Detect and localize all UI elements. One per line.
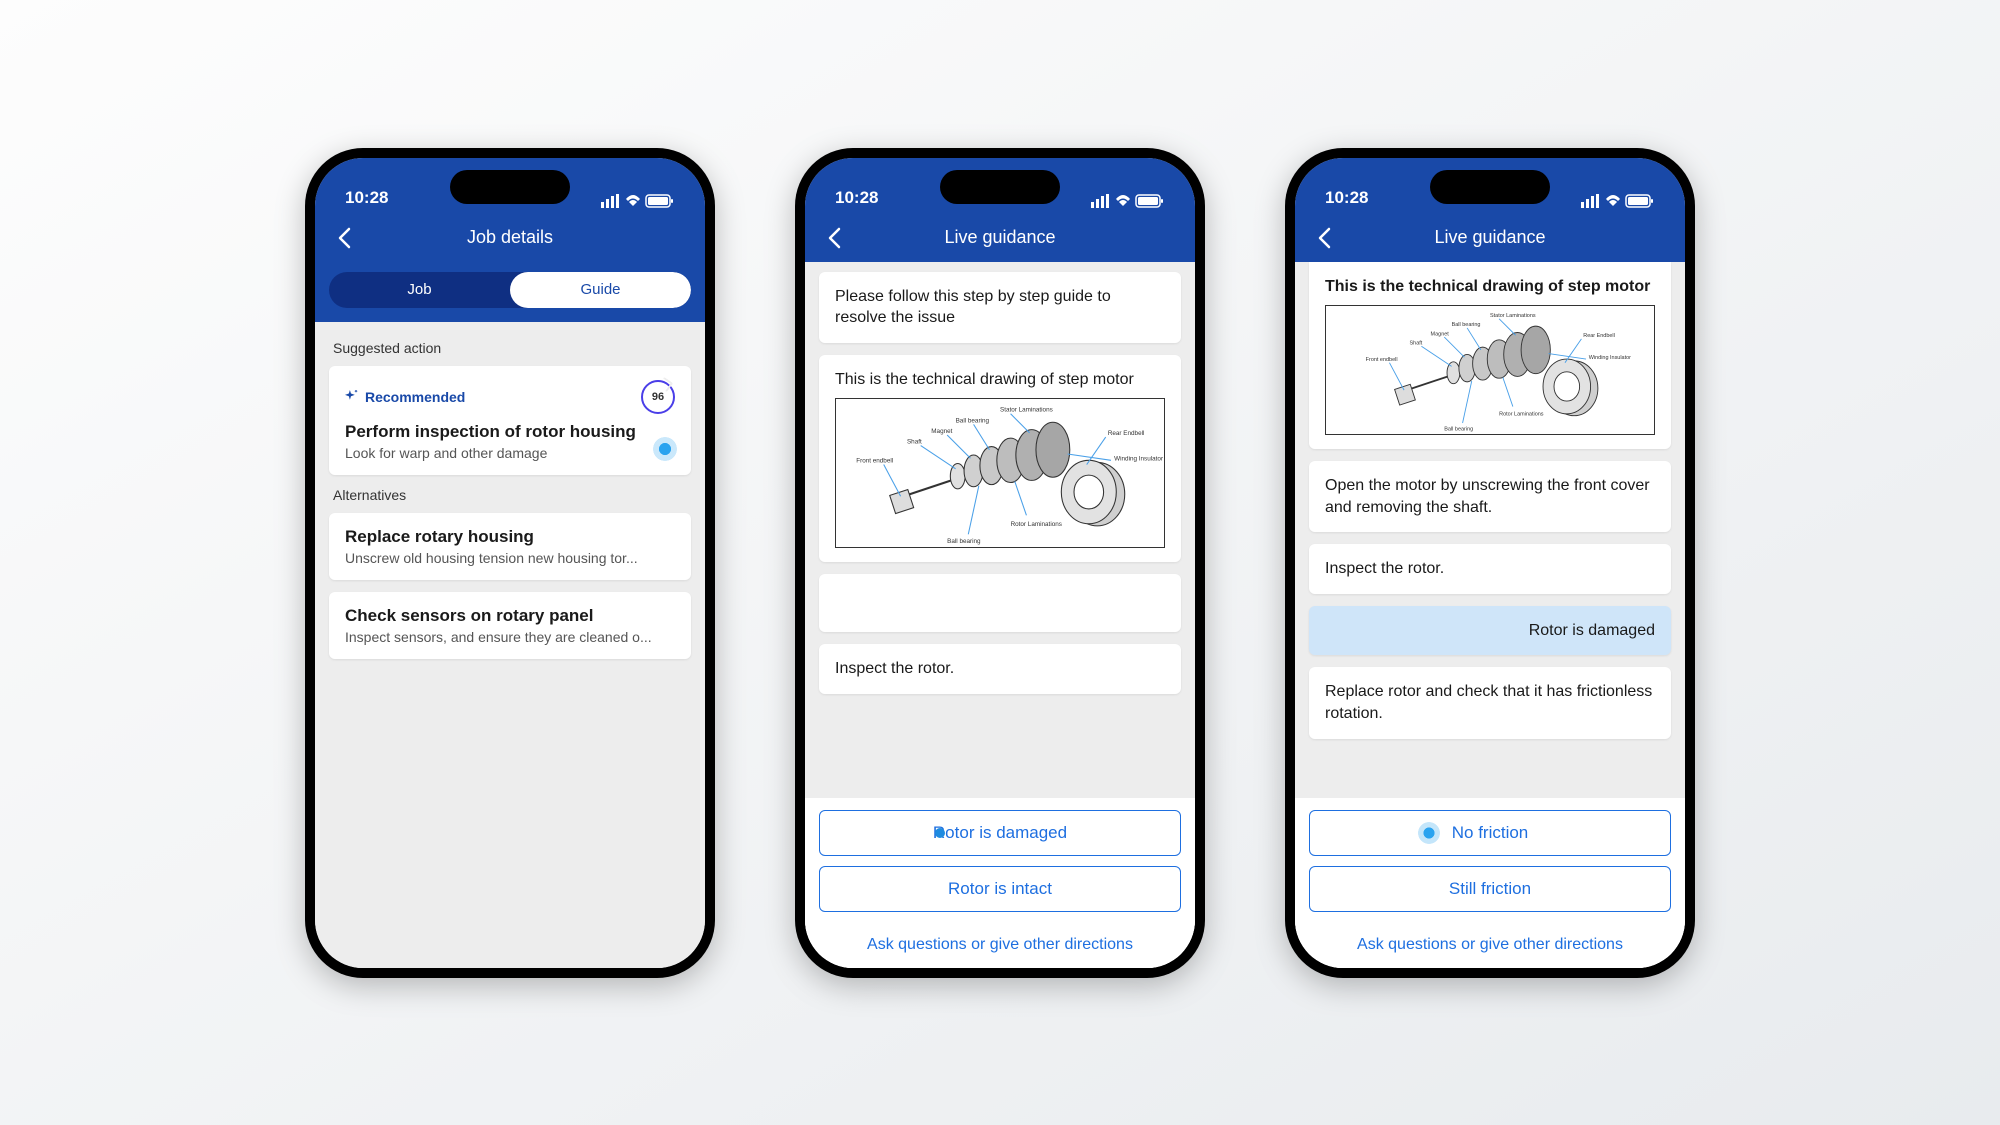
status-indicators bbox=[1581, 194, 1655, 208]
alt1-subtitle: Unscrew old housing tension new housing … bbox=[345, 550, 675, 566]
back-button[interactable] bbox=[331, 224, 359, 252]
status-bar: 10:28 bbox=[1295, 158, 1685, 214]
content-area: This is the technical drawing of step mo… bbox=[1295, 262, 1685, 798]
back-button[interactable] bbox=[821, 224, 849, 252]
recommended-card[interactable]: Recommended 96 Perform inspection of rot… bbox=[329, 366, 691, 475]
replace-text: Replace rotor and check that it has fric… bbox=[1325, 681, 1655, 724]
page-title: Live guidance bbox=[1434, 227, 1545, 248]
screen-1: 10:28 Job details Job Guide Suggested ac… bbox=[315, 158, 705, 968]
intro-text: Please follow this step by step guide to… bbox=[835, 286, 1165, 329]
status-bar: 10:28 bbox=[805, 158, 1195, 214]
confidence-ring: 96 bbox=[641, 380, 675, 414]
ask-questions-link[interactable]: Ask questions or give other directions bbox=[805, 928, 1195, 968]
drawing-caption: This is the technical drawing of step mo… bbox=[835, 369, 1165, 391]
footer-area: Rotor is damaged Rotor is intact Ask que… bbox=[805, 798, 1195, 968]
drawing-caption: This is the technical drawing of step mo… bbox=[1325, 276, 1655, 298]
status-time: 10:28 bbox=[1325, 188, 1368, 208]
option1-label: No friction bbox=[1452, 823, 1529, 843]
ask-questions-link[interactable]: Ask questions or give other directions bbox=[1295, 928, 1685, 968]
status-bar: 10:28 bbox=[315, 158, 705, 214]
alternative-card-1[interactable]: Replace rotary housing Unscrew old housi… bbox=[329, 513, 691, 580]
tab-job[interactable]: Job bbox=[329, 272, 510, 308]
nav-bar: Live guidance bbox=[1295, 214, 1685, 262]
content-area: Please follow this step by step guide to… bbox=[805, 262, 1195, 798]
recommended-subtitle: Look for warp and other damage bbox=[345, 445, 675, 461]
drawing-card: This is the technical drawing of step mo… bbox=[819, 355, 1181, 563]
ask-link-text: Ask questions or give other directions bbox=[1357, 936, 1623, 953]
user-response-card: Rotor is damaged bbox=[1309, 606, 1671, 656]
alt1-title: Replace rotary housing bbox=[345, 527, 675, 547]
status-time: 10:28 bbox=[835, 188, 878, 208]
option-still-friction-button[interactable]: Still friction bbox=[1309, 866, 1671, 912]
recommended-badge: Recommended bbox=[345, 389, 465, 405]
screen-3: 10:28 Live guidance This is the technica… bbox=[1295, 158, 1685, 968]
alt2-subtitle: Inspect sensors, and ensure they are cle… bbox=[345, 629, 675, 645]
open-motor-text: Open the motor by unscrewing the front c… bbox=[1325, 475, 1655, 518]
inspect-card: Inspect the rotor. bbox=[1309, 544, 1671, 594]
content-area: Suggested action Recommended 96 Perform … bbox=[315, 322, 705, 968]
chevron-left-icon bbox=[333, 225, 357, 251]
drawing-card: This is the technical drawing of step mo… bbox=[1309, 262, 1671, 450]
open-motor-card: Open the motor by unscrewing the front c… bbox=[1309, 461, 1671, 532]
chevron-left-icon bbox=[1313, 225, 1337, 251]
alternative-card-2[interactable]: Check sensors on rotary panel Inspect se… bbox=[329, 592, 691, 659]
replace-rotor-card: Replace rotor and check that it has fric… bbox=[1309, 667, 1671, 738]
segmented-control-row: Job Guide bbox=[315, 262, 705, 322]
pulse-indicator-icon bbox=[1418, 822, 1440, 844]
section-suggested-label: Suggested action bbox=[333, 340, 687, 356]
inspect-card: Inspect the rotor. bbox=[819, 644, 1181, 694]
option-rotor-damaged-button[interactable]: Rotor is damaged bbox=[819, 810, 1181, 856]
section-alternatives-label: Alternatives bbox=[333, 487, 687, 503]
pulse-indicator-icon bbox=[653, 437, 677, 461]
response-text: Rotor is damaged bbox=[1325, 620, 1655, 642]
chevron-left-icon bbox=[823, 225, 847, 251]
alt2-title: Check sensors on rotary panel bbox=[345, 606, 675, 626]
option-rotor-intact-button[interactable]: Rotor is intact bbox=[819, 866, 1181, 912]
status-time: 10:28 bbox=[345, 188, 388, 208]
ask-link-text: Ask questions or give other directions bbox=[867, 936, 1133, 953]
recommended-title: Perform inspection of rotor housing bbox=[345, 422, 675, 442]
motor-diagram-icon bbox=[1326, 306, 1654, 434]
inspect-text: Inspect the rotor. bbox=[1325, 558, 1655, 580]
inspect-text: Inspect the rotor. bbox=[835, 658, 1165, 680]
recommended-badge-text: Recommended bbox=[365, 389, 465, 405]
segmented-control: Job Guide bbox=[329, 272, 691, 308]
phone-frame-2: 10:28 Live guidance Please follow this s… bbox=[795, 148, 1205, 978]
back-button[interactable] bbox=[1311, 224, 1339, 252]
option2-label: Rotor is intact bbox=[948, 879, 1052, 899]
option-no-friction-button[interactable]: No friction bbox=[1309, 810, 1671, 856]
status-indicators bbox=[601, 194, 675, 208]
tab-guide[interactable]: Guide bbox=[510, 272, 691, 308]
phone-frame-1: 10:28 Job details Job Guide Suggested ac… bbox=[305, 148, 715, 978]
screen-2: 10:28 Live guidance Please follow this s… bbox=[805, 158, 1195, 968]
page-title: Job details bbox=[467, 227, 553, 248]
page-title: Live guidance bbox=[944, 227, 1055, 248]
nav-bar: Live guidance bbox=[805, 214, 1195, 262]
intro-card: Please follow this step by step guide to… bbox=[819, 272, 1181, 343]
phone-frame-3: 10:28 Live guidance This is the technica… bbox=[1285, 148, 1695, 978]
option1-label: Rotor is damaged bbox=[933, 823, 1067, 843]
option2-label: Still friction bbox=[1449, 879, 1531, 899]
footer-area: No friction Still friction Ask questions… bbox=[1295, 798, 1685, 968]
technical-drawing bbox=[1325, 305, 1655, 435]
nav-bar: Job details bbox=[315, 214, 705, 262]
motor-diagram-icon bbox=[836, 399, 1164, 547]
confidence-score: 96 bbox=[652, 391, 664, 403]
technical-drawing bbox=[835, 398, 1165, 548]
selection-dot-icon bbox=[935, 828, 945, 838]
empty-card bbox=[819, 574, 1181, 632]
status-indicators bbox=[1091, 194, 1165, 208]
sparkle-icon bbox=[345, 390, 359, 404]
